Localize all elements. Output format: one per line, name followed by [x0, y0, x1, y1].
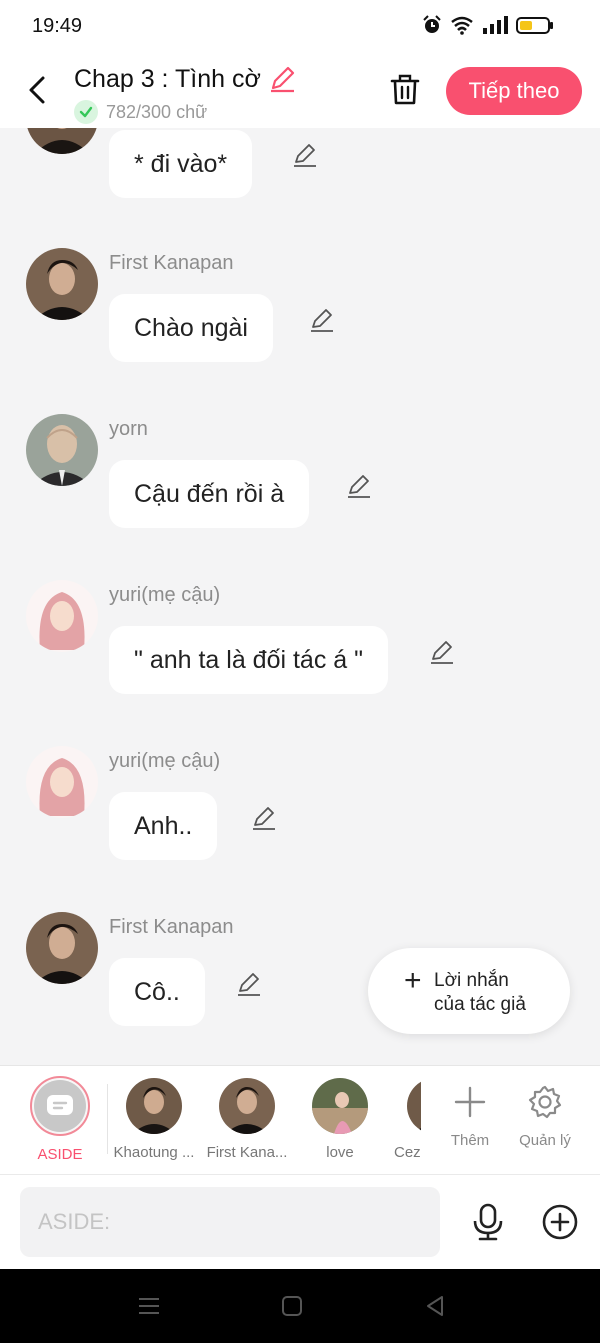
input-bar [0, 1174, 600, 1269]
system-nav-bar [0, 1269, 600, 1343]
avatar [126, 1078, 182, 1134]
microphone-icon [473, 1203, 503, 1241]
message-bubble[interactable]: Anh.. [109, 792, 218, 860]
avatar[interactable] [26, 128, 98, 154]
attach-button[interactable] [540, 1202, 580, 1242]
message-bubble[interactable]: " anh ta là đối tác á " [109, 626, 389, 694]
edit-icon[interactable] [345, 472, 373, 500]
chapter-title: Chap 3 : Tình cờ [74, 64, 261, 93]
sender-name: yorn [109, 418, 148, 440]
chapter-title-row[interactable]: Chap 3 : Tình cờ [74, 64, 297, 94]
manage-label: Quản lý [519, 1132, 571, 1149]
battery-icon [516, 15, 554, 40]
character-item[interactable]: Khaotung ... [108, 1078, 200, 1161]
message-input[interactable] [20, 1187, 440, 1257]
plus-circle-icon [542, 1204, 578, 1240]
edit-icon[interactable] [308, 306, 336, 334]
add-character-label: Thêm [450, 1132, 490, 1149]
status-icons [422, 15, 554, 40]
sender-name: yuri(mẹ cậu) [109, 584, 221, 606]
character-bar: ASIDE Khaotung ... First Kana... love Ce… [0, 1065, 600, 1174]
sender-name: First Kanapan [109, 916, 234, 938]
back-nav-button[interactable] [420, 1291, 450, 1321]
avatar[interactable] [26, 414, 98, 486]
message-bubble[interactable]: Chào ngài [109, 294, 273, 362]
signal-icon [482, 15, 508, 40]
avatar [219, 1078, 275, 1134]
message-bubble[interactable]: * đi vào* [109, 130, 253, 198]
avatar[interactable] [26, 580, 98, 652]
next-button[interactable]: Tiếp theo [446, 67, 582, 115]
sender-name: First Kanapan [109, 252, 234, 274]
sender-name: yuri(mẹ cậu) [109, 750, 221, 772]
menu-icon [139, 1298, 159, 1314]
chevron-left-icon [29, 76, 45, 104]
top-bar: Chap 3 : Tình cờ 782/300 chữ Tiếp theo [0, 52, 600, 128]
message-bubble[interactable]: Cô.. [109, 958, 205, 1026]
character-label: Khaotung ... [113, 1144, 195, 1161]
avatar[interactable] [26, 746, 98, 818]
add-character-button[interactable]: Thêm [431, 1080, 509, 1149]
back-triangle-icon [427, 1296, 443, 1316]
wifi-icon [450, 15, 474, 40]
edit-icon[interactable] [250, 804, 278, 832]
character-item[interactable]: love [294, 1078, 386, 1161]
word-count-row: 782/300 chữ [74, 100, 297, 124]
character-label: First Kana... [206, 1144, 288, 1161]
character-label: love [326, 1144, 354, 1161]
plus-icon [431, 1080, 509, 1124]
voice-input-button[interactable] [468, 1202, 508, 1242]
character-label: Cez [394, 1144, 421, 1161]
menu-nav-button[interactable] [134, 1291, 164, 1321]
avatar [407, 1078, 421, 1134]
edit-icon[interactable] [291, 141, 319, 169]
alarm-icon [422, 15, 442, 40]
plus-icon: + [404, 964, 422, 997]
gear-icon [506, 1080, 584, 1124]
aside-button[interactable] [30, 1076, 90, 1136]
character-item[interactable]: First Kana... [201, 1078, 293, 1161]
trash-icon [390, 74, 420, 105]
edit-icon[interactable] [428, 638, 456, 666]
author-note-label-line2: của tác giả [434, 994, 526, 1015]
status-bar: 19:49 [0, 0, 600, 52]
author-note-label-line1: Lời nhắn [434, 970, 509, 991]
home-square-icon [282, 1296, 302, 1316]
author-note-button[interactable]: + Lời nhắn của tác giả [368, 948, 570, 1034]
message-bubble[interactable]: Cậu đến rồi à [109, 460, 310, 528]
chapter-heading: Chap 3 : Tình cờ 782/300 chữ [74, 64, 297, 124]
status-time: 19:49 [32, 15, 83, 37]
avatar [312, 1078, 368, 1134]
delete-button[interactable] [386, 70, 424, 110]
word-count: 782/300 chữ [106, 101, 208, 122]
back-button[interactable] [20, 70, 54, 110]
avatar[interactable] [26, 248, 98, 320]
chat-area[interactable]: * đi vào* First Kanapan Chào ngài yorn C… [0, 128, 600, 1065]
character-item[interactable]: Cez [387, 1078, 421, 1161]
avatar[interactable] [26, 912, 98, 984]
manage-button[interactable]: Quản lý [506, 1080, 584, 1149]
edit-icon[interactable] [235, 970, 263, 998]
aside-label: ASIDE [37, 1146, 83, 1163]
check-icon [74, 100, 98, 124]
chat-bubble-icon [34, 1080, 86, 1132]
pencil-icon[interactable] [267, 64, 297, 94]
home-nav-button[interactable] [277, 1291, 307, 1321]
